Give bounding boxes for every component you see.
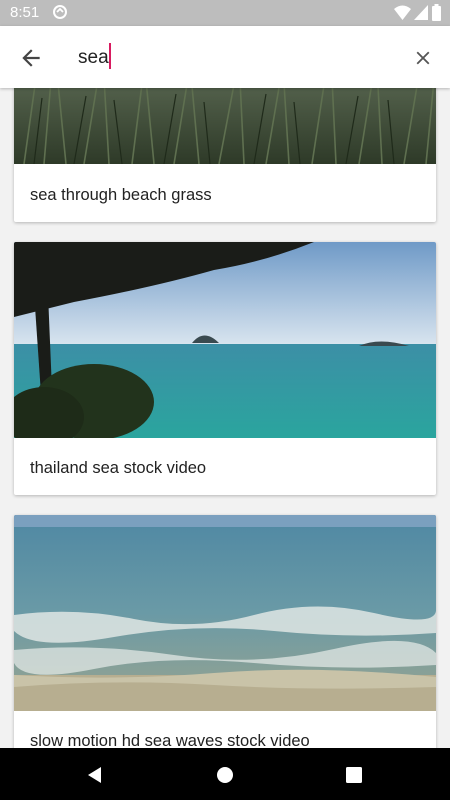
results-list[interactable]: sea through beach grass thailand sea sto… bbox=[0, 88, 450, 748]
result-card[interactable]: thailand sea stock video bbox=[14, 242, 436, 495]
nav-recents-icon[interactable] bbox=[343, 764, 365, 786]
search-app-bar bbox=[0, 26, 450, 88]
video-thumbnail[interactable] bbox=[14, 88, 436, 164]
nav-home-icon[interactable] bbox=[214, 764, 236, 786]
battery-icon bbox=[432, 4, 441, 21]
search-input[interactable] bbox=[78, 44, 378, 72]
status-time: 8:51 bbox=[10, 4, 40, 21]
video-thumbnail[interactable] bbox=[14, 242, 436, 438]
result-title: slow motion hd sea waves stock video bbox=[30, 732, 310, 748]
system-nav-bar bbox=[0, 748, 450, 800]
result-card[interactable]: slow motion hd sea waves stock video bbox=[14, 515, 436, 748]
sync-icon bbox=[53, 5, 67, 19]
arrow-back-icon[interactable] bbox=[18, 45, 44, 71]
nav-back-icon[interactable] bbox=[84, 764, 106, 786]
result-title: thailand sea stock video bbox=[30, 459, 207, 477]
close-icon[interactable] bbox=[412, 47, 434, 69]
video-thumbnail[interactable] bbox=[14, 515, 436, 711]
text-cursor bbox=[109, 43, 111, 69]
wifi-icon bbox=[394, 5, 411, 20]
result-card[interactable]: sea through beach grass bbox=[14, 88, 436, 222]
cell-signal-icon bbox=[414, 5, 428, 20]
status-bar: 8:51 bbox=[0, 0, 450, 26]
result-title: sea through beach grass bbox=[30, 186, 212, 204]
